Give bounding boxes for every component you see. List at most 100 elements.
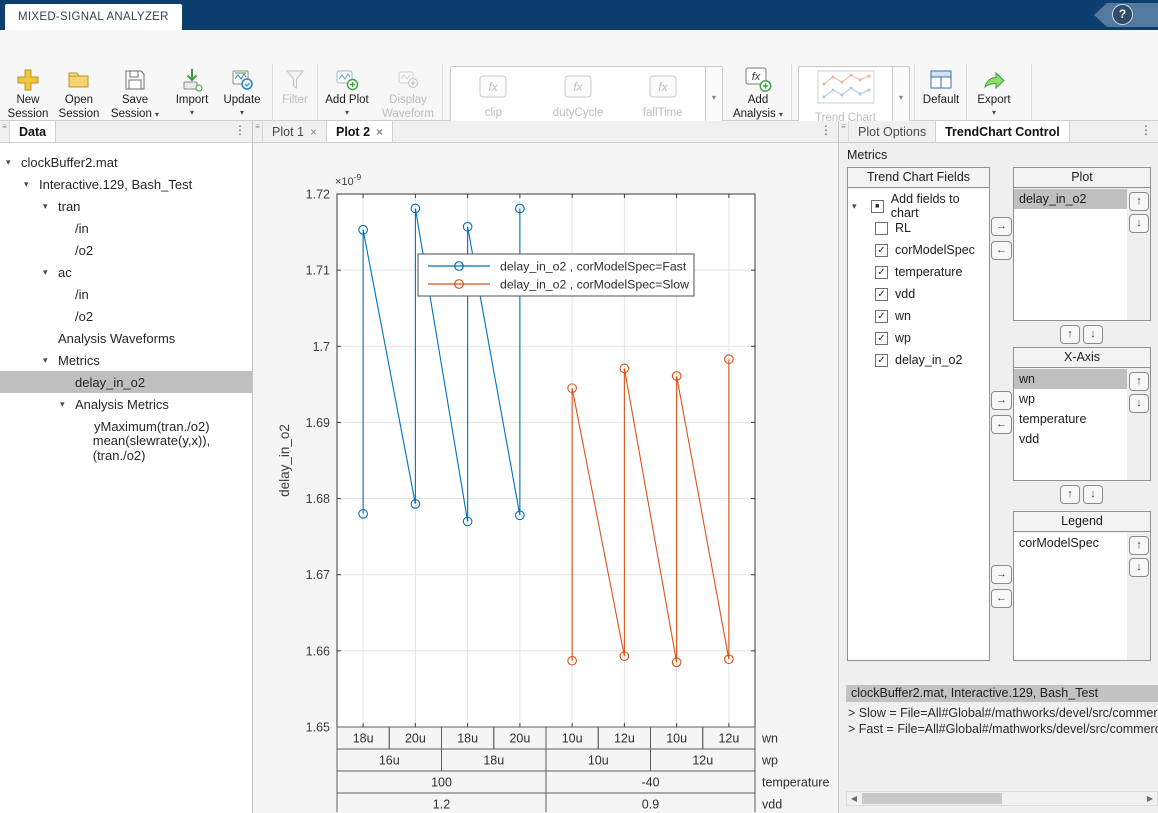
- legend-move-up-button[interactable]: ↑: [1129, 536, 1149, 555]
- checkbox[interactable]: ✓: [875, 266, 888, 279]
- analysis-gallery-dropdown[interactable]: ▾: [705, 67, 722, 127]
- add-analysis-button[interactable]: fx Add Analysis ▾: [730, 63, 786, 122]
- tree-item-ac-o2[interactable]: /o2: [0, 305, 252, 327]
- tab-plot1[interactable]: Plot 1 ×: [263, 121, 327, 142]
- save-session-button[interactable]: Save Session ▾: [106, 63, 164, 122]
- field-label: corModelSpec: [895, 243, 975, 257]
- gallery-caret-icon: ▾: [899, 93, 903, 102]
- tree-item-analysis-waveforms[interactable]: Analysis Waveforms: [0, 327, 252, 349]
- checkbox[interactable]: ✓: [875, 244, 888, 257]
- scroll-left-icon[interactable]: ◀: [847, 792, 861, 805]
- panel-grip-icon[interactable]: ≡: [839, 121, 849, 142]
- tab-trendchart-control[interactable]: TrendChart Control: [936, 121, 1070, 142]
- app-ribbon-tab[interactable]: MIXED-SIGNAL ANALYZER: [5, 4, 182, 30]
- svg-text:delay_in_o2 , corModelSpec=Fas: delay_in_o2 , corModelSpec=Fast: [500, 260, 687, 274]
- tree-expand-icon[interactable]: ▾: [43, 355, 58, 366]
- scroll-right-icon[interactable]: ▶: [1143, 792, 1157, 805]
- xaxis-item-temperature[interactable]: temperature: [1014, 409, 1127, 429]
- tree-expand-icon[interactable]: ▾: [43, 201, 58, 212]
- metrics-gallery-dropdown[interactable]: ▾: [892, 67, 909, 127]
- tree-item-mean-slewrate[interactable]: mean(slewrate(y,x)), (tran./o2): [0, 437, 252, 459]
- panel-grip-icon[interactable]: ≡: [253, 121, 263, 142]
- field-add-fields-root[interactable]: ▾ ■ Add fields to chart: [852, 195, 989, 217]
- panel-menu-icon[interactable]: ⋮: [1140, 123, 1152, 137]
- close-icon[interactable]: ×: [376, 125, 383, 139]
- up-arrow-icon: ↑: [1136, 195, 1142, 207]
- panel-grip-icon[interactable]: ≡: [0, 121, 10, 142]
- tab-data[interactable]: Data: [10, 121, 56, 142]
- move-to-plot-button[interactable]: →: [991, 217, 1012, 236]
- tree-item-clockbuffer2[interactable]: ▾clockBuffer2.mat: [0, 151, 252, 173]
- xaxis-order-up-button[interactable]: ↑: [1060, 485, 1080, 504]
- xaxis-item-wn[interactable]: wn: [1014, 369, 1127, 389]
- clip-analysis-item: fx clip: [451, 67, 536, 127]
- svg-text:wp: wp: [761, 754, 778, 768]
- plot-move-up-button[interactable]: ↑: [1129, 192, 1149, 211]
- tab-plot-options[interactable]: Plot Options: [849, 121, 936, 142]
- tab-plot-options-label: Plot Options: [858, 125, 926, 139]
- checkbox-mixed[interactable]: ■: [871, 200, 884, 213]
- close-icon[interactable]: ×: [310, 125, 317, 139]
- field-cormodelspec[interactable]: ✓ corModelSpec: [875, 239, 975, 261]
- tree-expand-icon[interactable]: ▾: [24, 179, 39, 190]
- scrollbar-thumb[interactable]: [862, 793, 1002, 804]
- field-temperature[interactable]: ✓ temperature: [875, 261, 962, 283]
- tab-plot2[interactable]: Plot 2 ×: [327, 121, 393, 142]
- panel-menu-icon[interactable]: ⋮: [820, 123, 832, 137]
- horizontal-scrollbar[interactable]: ◀ ▶: [846, 791, 1158, 806]
- tree-expand-icon[interactable]: ▾: [852, 201, 864, 212]
- checkbox[interactable]: [875, 222, 888, 235]
- export-button[interactable]: Export ▾: [970, 63, 1018, 116]
- checkbox[interactable]: ✓: [875, 332, 888, 345]
- field-wn[interactable]: ✓ wn: [875, 305, 911, 327]
- xaxis-move-down-button[interactable]: ↓: [1129, 394, 1149, 413]
- plot-move-down-button[interactable]: ↓: [1129, 214, 1149, 233]
- field-label: temperature: [895, 265, 962, 279]
- xaxis-item-wp[interactable]: wp: [1014, 389, 1127, 409]
- move-to-legend-button[interactable]: →: [991, 565, 1012, 584]
- tree-item-delay-in-o2[interactable]: delay_in_o2: [0, 371, 252, 393]
- add-plot-button[interactable]: Add Plot ▾: [322, 63, 372, 116]
- tree-expand-icon[interactable]: ▾: [6, 157, 21, 168]
- tree-item-metrics[interactable]: ▾Metrics: [0, 349, 252, 371]
- remove-from-xaxis-button[interactable]: ←: [991, 415, 1012, 434]
- tree-item-ac-in[interactable]: /in: [0, 283, 252, 305]
- move-to-xaxis-button[interactable]: →: [991, 391, 1012, 410]
- import-caret-icon: ▾: [190, 109, 194, 116]
- trend-chart-canvas[interactable]: 1.721.711.71.691.681.671.661.65×10-9dela…: [253, 143, 838, 812]
- help-button[interactable]: ?: [1112, 4, 1133, 25]
- remove-from-plot-button[interactable]: ←: [991, 241, 1012, 260]
- import-button[interactable]: Import ▾: [168, 63, 216, 116]
- field-rl[interactable]: RL: [875, 217, 911, 239]
- update-button[interactable]: Update ▾: [218, 63, 266, 116]
- tree-item-analysis-metrics[interactable]: ▾Analysis Metrics: [0, 393, 252, 415]
- tree-item-ac[interactable]: ▾ac: [0, 261, 252, 283]
- tree-expand-icon[interactable]: ▾: [60, 399, 75, 410]
- remove-from-legend-button[interactable]: ←: [991, 589, 1012, 608]
- plot-list-item-delay-in-o2[interactable]: delay_in_o2: [1014, 189, 1127, 209]
- xaxis-move-up-button[interactable]: ↑: [1129, 372, 1149, 391]
- panel-menu-icon[interactable]: ⋮: [234, 123, 246, 137]
- field-wp[interactable]: ✓ wp: [875, 327, 911, 349]
- legend-move-down-button[interactable]: ↓: [1129, 558, 1149, 577]
- tree-item-tran[interactable]: ▾tran: [0, 195, 252, 217]
- default-layout-button[interactable]: Default: [918, 63, 964, 108]
- open-session-button[interactable]: Open Session: [54, 63, 104, 122]
- checkbox[interactable]: ✓: [875, 310, 888, 323]
- svg-text:wn: wn: [761, 732, 778, 746]
- tree-expand-icon[interactable]: ▾: [43, 267, 58, 278]
- tree-item-tran-in[interactable]: /in: [0, 217, 252, 239]
- field-delay-in-o2[interactable]: ✓ delay_in_o2: [875, 349, 962, 371]
- xaxis-item-vdd[interactable]: vdd: [1014, 429, 1127, 449]
- tree-item-interactive129[interactable]: ▾Interactive.129, Bash_Test: [0, 173, 252, 195]
- tree-item-label: /in: [75, 221, 89, 236]
- plot-order-down-button[interactable]: ↓: [1083, 325, 1103, 344]
- legend-item-cormodelspec[interactable]: corModelSpec: [1014, 533, 1127, 553]
- xaxis-order-down-button[interactable]: ↓: [1083, 485, 1103, 504]
- new-session-button[interactable]: New Session: [4, 63, 52, 122]
- plot-order-up-button[interactable]: ↑: [1060, 325, 1080, 344]
- checkbox[interactable]: ✓: [875, 354, 888, 367]
- checkbox[interactable]: ✓: [875, 288, 888, 301]
- field-vdd[interactable]: ✓ vdd: [875, 283, 915, 305]
- tree-item-tran-o2[interactable]: /o2: [0, 239, 252, 261]
